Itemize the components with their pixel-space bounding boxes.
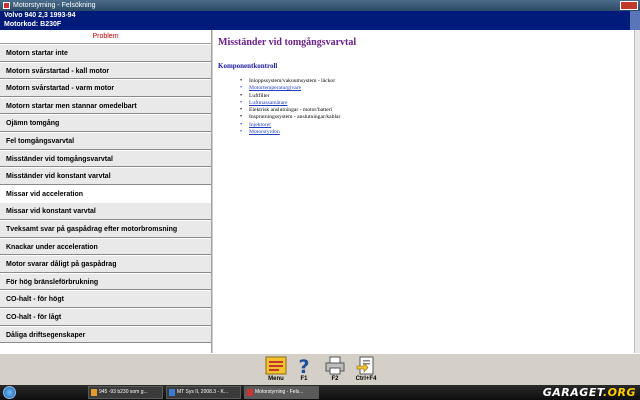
content-panel: Misständer vid tomgångsvarvtal Komponent… xyxy=(213,30,634,353)
app-icon xyxy=(3,2,10,9)
browser-icon xyxy=(91,389,97,396)
problem-item[interactable]: Fel tomgångsvarvtal xyxy=(0,131,211,150)
engine-code: Motorkod: B230F xyxy=(4,20,62,28)
problem-item[interactable]: CO-halt - för högt xyxy=(0,290,211,308)
task-motorstyrning[interactable]: Motorstyrning - Fels... xyxy=(244,386,319,399)
close-button[interactable] xyxy=(620,1,638,10)
problem-list: Problem Motorn startar inte Motorn svårst… xyxy=(0,30,212,353)
problem-item[interactable]: Motorn startar men stannar omedelbart xyxy=(0,96,211,115)
exit-icon xyxy=(356,356,374,375)
title-bar: Motorstyrning - Felsökning xyxy=(0,0,640,11)
problem-item[interactable]: Motor svarar dåligt på gaspådrag xyxy=(0,255,211,273)
component-link[interactable]: Injektorer xyxy=(240,122,340,130)
print-icon xyxy=(325,356,345,375)
problem-item[interactable]: Motorn svårstartad - kall motor xyxy=(0,61,211,80)
window-title: Motorstyrning - Felsökning xyxy=(13,2,96,9)
task-mt-sys[interactable]: MT Sys II, 2008.3 - K... xyxy=(166,386,241,399)
section-heading: Komponentkontroll xyxy=(218,62,278,70)
problem-heading: Problem xyxy=(0,30,211,44)
menu-button[interactable]: Menu xyxy=(262,356,290,386)
help-icon: ? xyxy=(298,356,309,375)
exit-label: Ctrl+F4 xyxy=(355,376,377,382)
problem-item[interactable]: Ojämn tomgång xyxy=(0,114,211,132)
problem-item[interactable]: Dåliga driftsegenskaper xyxy=(0,325,211,344)
content-scrollbar[interactable] xyxy=(634,30,640,353)
component-link[interactable]: Luftmassamätare xyxy=(240,100,340,108)
component-item: Inloppssystem/vakuumsystem - läckor xyxy=(240,78,340,86)
print-button[interactable]: F2 xyxy=(321,356,349,386)
vehicle-model: Volvo 940 2,3 1993-94 xyxy=(4,12,76,19)
problem-item[interactable]: För hög bränsleförbrukning xyxy=(0,272,211,291)
problem-item[interactable]: Misständer vid konstant varvtal xyxy=(0,167,211,185)
svg-text:?: ? xyxy=(298,356,309,375)
component-item: Insprutningssystem - anslutningar/kablar xyxy=(240,114,340,122)
vehicle-header: Volvo 940 2,3 1993-94 Motorkod: B230F xyxy=(0,11,640,30)
problem-item[interactable]: CO-halt - för lågt xyxy=(0,307,211,326)
task-forum[interactable]: 945 -93 b230 som g... xyxy=(88,386,163,399)
problem-item[interactable]: Missar vid konstant varvtal xyxy=(0,202,211,220)
task-label: 945 -93 b230 som g... xyxy=(99,389,148,395)
menu-label: Menu xyxy=(268,376,284,382)
problem-item[interactable]: Motorn startar inte xyxy=(0,44,211,62)
problem-item[interactable]: Misständer vid tomgångsvarvtal xyxy=(0,149,211,168)
app-window: Motorstyrning - Felsökning Volvo 940 2,3… xyxy=(0,0,640,400)
help-button[interactable]: ? F1 xyxy=(290,356,318,386)
component-link[interactable]: Motorstyrdon xyxy=(240,129,340,137)
app-icon xyxy=(169,389,175,396)
help-label: F1 xyxy=(300,376,308,382)
component-link[interactable]: Motortemperaturgivare xyxy=(240,85,340,93)
task-label: Motorstyrning - Fels... xyxy=(255,389,304,395)
component-item: Elektrisk anslutningar - motor/batteri xyxy=(240,107,340,115)
header-edge xyxy=(630,11,640,30)
menu-icon xyxy=(265,356,287,375)
problem-item[interactable]: Tveksamt svar på gaspådrag efter motorbr… xyxy=(0,219,211,238)
task-label: MT Sys II, 2008.3 - K... xyxy=(177,389,229,395)
problem-item[interactable]: Missar vid acceleration xyxy=(0,184,211,203)
print-label: F2 xyxy=(331,376,339,382)
content-title: Misständer vid tomgångsvarvtal xyxy=(218,37,357,48)
component-item: Luftfilter xyxy=(240,93,340,101)
app-icon xyxy=(247,389,253,396)
watermark-logo: GARAGET.ORG xyxy=(542,386,636,399)
problem-item[interactable]: Motorn svårstartad - varm motor xyxy=(0,79,211,97)
start-button[interactable] xyxy=(3,386,16,399)
problem-item[interactable]: Knackar under acceleration xyxy=(0,237,211,256)
exit-button[interactable]: Ctrl+F4 xyxy=(350,356,382,386)
component-list: Inloppssystem/vakuumsystem - läckorMotor… xyxy=(240,78,340,137)
bottom-toolbar: Menu ? F1 F2 Ctrl+F4 xyxy=(0,353,640,385)
